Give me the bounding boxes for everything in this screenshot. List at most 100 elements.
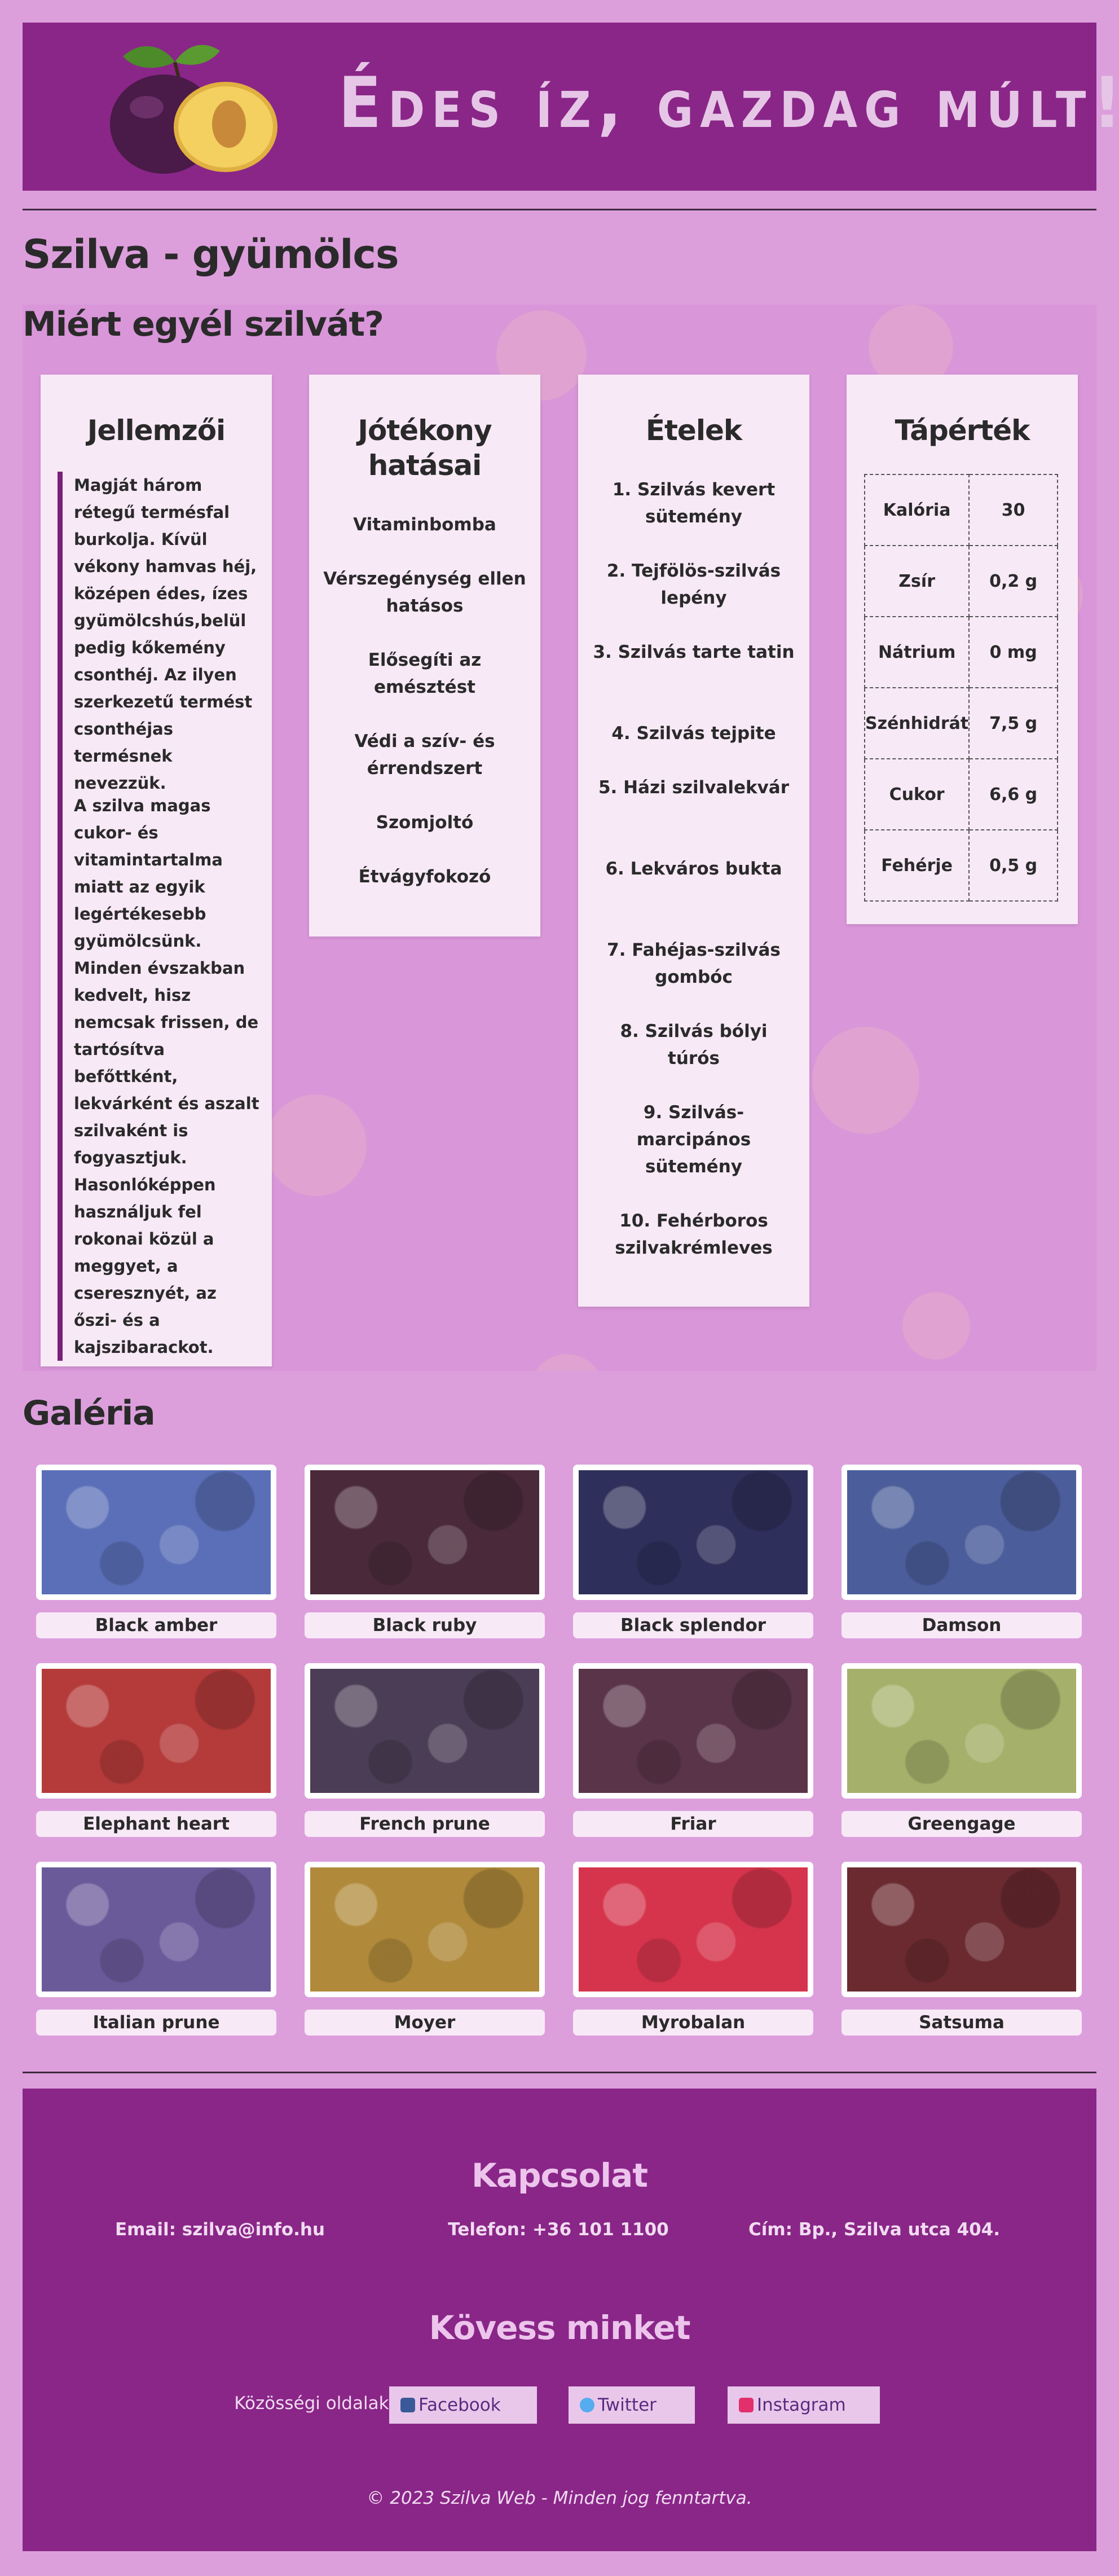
food-item: 6. Lekváros bukta	[605, 859, 782, 879]
food-item: 7. Fahéjas-szilvás gombóc	[607, 940, 781, 987]
nutrient-value: 0,2 g	[968, 545, 1058, 617]
site-header: Édes íz, gazdag múlt!	[23, 23, 1119, 191]
gallery-caption: Satsuma	[842, 2010, 1082, 2036]
follow-title: Kövess minket	[429, 2309, 691, 2347]
plum-logo-icon	[110, 45, 277, 174]
gallery-caption: Friar	[573, 1811, 813, 1837]
gallery-image-frame	[573, 1465, 813, 1600]
gallery-caption: Moyer	[305, 2010, 545, 2036]
table-row: Kalória 30	[864, 474, 1058, 546]
foods-title: Ételek	[645, 414, 742, 447]
food-item: 9. Szilvás-marcipános sütemény	[636, 1102, 751, 1177]
twitter-icon	[580, 2398, 594, 2412]
nutrient-value: 6,6 g	[968, 758, 1058, 830]
facebook-icon	[400, 2398, 415, 2412]
foods-card: Ételek 1. Szilvás kevert sütemény 2. Tej…	[578, 375, 809, 1307]
plum-photo	[42, 1669, 271, 1793]
nutrient-name: Zsír	[864, 545, 970, 617]
gallery-image-frame	[842, 1663, 1082, 1799]
gallery-image-frame	[36, 1465, 276, 1600]
benefit-item: Védi a szív- és érrendszert	[354, 731, 495, 779]
gallery-image-frame	[36, 1663, 276, 1799]
site-tagline: Édes íz, gazdag múlt!	[338, 63, 1119, 144]
social-label: Közösségi oldalak:	[234, 2393, 395, 2414]
plum-photo	[310, 1470, 539, 1594]
features-paragraph: Magját három rétegű termésfal burkolja. …	[58, 472, 260, 797]
features-paragraph: A szilva magas cukor- és vitamintartalma…	[58, 792, 260, 1361]
plum-photo	[579, 1470, 808, 1594]
benefit-item: Vitaminbomba	[353, 515, 496, 535]
nutrition-title: Tápérték	[895, 414, 1030, 447]
plum-photo	[579, 1867, 808, 1992]
contact-email: Email: szilva@info.hu	[114, 2219, 325, 2240]
table-row: Zsír 0,2 g	[864, 545, 1058, 617]
benefit-item: Vérszegénység ellen hatásos	[323, 569, 526, 616]
gallery-image-frame	[36, 1862, 276, 1997]
plum-photo	[847, 1470, 1076, 1594]
divider	[23, 209, 1096, 210]
plum-photo	[42, 1470, 271, 1594]
gallery-image-frame	[305, 1862, 545, 1997]
nutrient-value: 0 mg	[968, 616, 1058, 688]
gallery-caption: Elephant heart	[36, 1811, 276, 1837]
gallery-caption: Greengage	[842, 1811, 1082, 1837]
plum-photo	[310, 1867, 539, 1992]
table-row: Szénhidrát 7,5 g	[864, 687, 1058, 759]
contact-phone: Telefon: +36 101 1100	[448, 2219, 669, 2240]
features-title: Jellemzői	[87, 414, 226, 447]
gallery-image-frame	[573, 1862, 813, 1997]
gallery-caption: Italian prune	[36, 2010, 276, 2036]
food-item: 3. Szilvás tarte tatin	[593, 642, 795, 662]
gallery-caption: Myrobalan	[573, 2010, 813, 2036]
gallery-caption: Black splendor	[573, 1612, 813, 1638]
nutrient-name: Cukor	[864, 758, 970, 830]
food-item: 1. Szilvás kevert sütemény	[612, 480, 776, 527]
nutrient-value: 7,5 g	[968, 687, 1058, 759]
contact-address: Cím: Bp., Szilva utca 404.	[748, 2219, 1001, 2240]
gallery-caption: Black amber	[36, 1612, 276, 1638]
plum-photo	[847, 1669, 1076, 1793]
food-item: 4. Szilvás tejpite	[611, 723, 776, 744]
gallery-caption: Black ruby	[305, 1612, 545, 1638]
instagram-button[interactable]: Instagram	[728, 2386, 880, 2424]
nutrient-value: 0,5 g	[968, 829, 1058, 902]
nutrient-name: Nátrium	[864, 616, 970, 688]
contact-title: Kapcsolat	[471, 2156, 648, 2195]
twitter-button[interactable]: Twitter	[569, 2386, 695, 2424]
gallery-image-frame	[573, 1663, 813, 1799]
page-title: Szilva - gyümölcs	[23, 231, 399, 278]
why-section-title: Miért egyél szilvát?	[23, 305, 384, 344]
food-item: 5. Házi szilvalekvár	[598, 777, 790, 798]
gallery-caption: French prune	[305, 1811, 545, 1837]
gallery-image-frame	[305, 1465, 545, 1600]
facebook-label: Facebook	[418, 2395, 501, 2415]
gallery-image-frame	[842, 1862, 1082, 1997]
nutrient-name: Kalória	[864, 474, 970, 546]
benefit-item: Elősegíti az emésztést	[368, 650, 482, 697]
table-row: Cukor 6,6 g	[864, 758, 1058, 830]
divider	[23, 2072, 1096, 2073]
food-item: 2. Tejfölös-szilvás lepény	[606, 561, 781, 608]
benefit-item: Szomjoltó	[376, 812, 474, 833]
plum-photo	[42, 1867, 271, 1992]
nutrition-table: Kalória 30 Zsír 0,2 g Nátrium 0 mg Szénhidr…	[864, 474, 1058, 902]
nutrient-name: Szénhidrát	[864, 687, 970, 759]
twitter-label: Twitter	[598, 2395, 657, 2415]
plum-photo	[847, 1867, 1076, 1992]
nutrition-card: Tápérték Kalória 30 Zsír 0,2 g Nátrium 0 mg…	[847, 375, 1078, 924]
gallery-image-frame	[305, 1663, 545, 1799]
facebook-button[interactable]: Facebook	[389, 2386, 537, 2424]
benefits-title: Jótékony hatásai	[358, 414, 492, 482]
benefits-card: Jótékony hatásai Vitaminbomba Vérszegény…	[309, 375, 540, 937]
gallery-image-frame	[842, 1465, 1082, 1600]
food-item: 8. Szilvás bólyi túrós	[620, 1021, 768, 1069]
instagram-label: Instagram	[757, 2395, 846, 2415]
table-row: Nátrium 0 mg	[864, 616, 1058, 688]
gallery-title: Galéria	[23, 1393, 156, 1433]
plum-photo	[310, 1669, 539, 1793]
plum-photo	[579, 1669, 808, 1793]
benefit-item: Étvágyfokozó	[358, 867, 491, 887]
gallery-caption: Damson	[842, 1612, 1082, 1638]
nutrient-value: 30	[968, 474, 1058, 546]
food-item: 10. Fehérboros szilvakrémleves	[615, 1211, 773, 1258]
